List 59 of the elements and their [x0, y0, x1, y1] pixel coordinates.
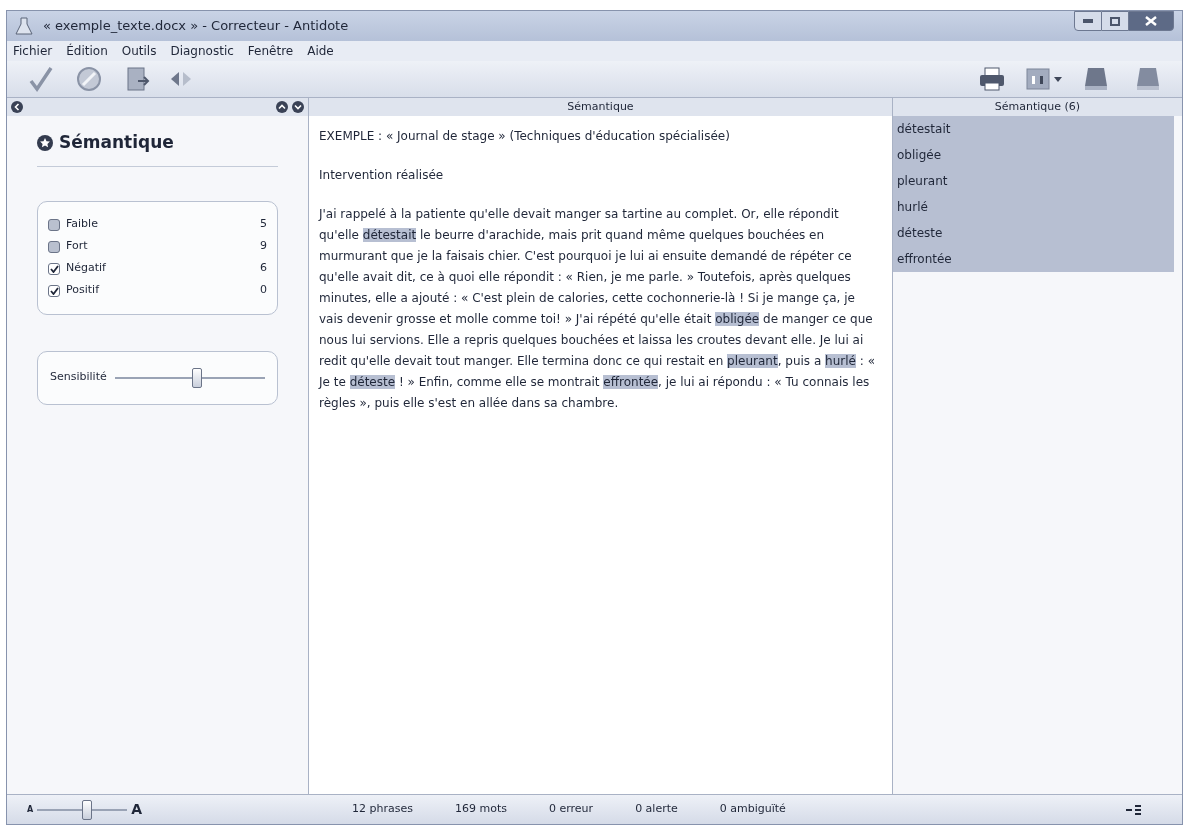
down-icon[interactable]: [292, 101, 304, 113]
list-item[interactable]: hurlé: [893, 194, 1174, 220]
list-item[interactable]: obligée: [893, 142, 1174, 168]
status-stat: 0 alerte: [635, 801, 678, 818]
menu-item[interactable]: Aide: [307, 42, 334, 60]
app-icon: [15, 17, 35, 35]
close-icon: [1145, 16, 1157, 26]
panel-header: Sémantique (6): [893, 98, 1182, 116]
menu-item[interactable]: Fichier: [13, 42, 53, 60]
paragraph: J'ai rappelé à la patiente qu'elle devait manger sa tartine au complet. Or, elle répondit qu'elle détestait le beurre d'arachide, mais prit quand même quelques bouchées en murmurant que je la faisais chier. C'est pourquoi je lui ai ensuite demandé de répéter ce qu'elle avait dit, ce à quoi elle répondit : « Rien, je me parle. » Toutefois, après quelques minutes, elle a ajouté : « C'est plein de calories, cette cochonnerie-là ! Si je mange ça, je vais devenir grosse et molle comme toi! » J'ai répété qu'elle était obligée de manger ce que nous lui servions. Elle a repris quelques bouchées et laissa les croutes devant elle. Je lui ai redit qu'elle devait tout manger. Elle termina donc ce qui restait en pleurant, puis a hurlé : « Je te déteste ! » Enfin, comme elle se montrait effrontée, je lui ai répondu : « Tu connais les règles », puis elle s'est en allée dans sa chambre.: [319, 206, 876, 412]
checkbox[interactable]: [48, 262, 60, 275]
filter-count: 6: [260, 260, 267, 277]
small-font-label: A: [27, 803, 34, 816]
filter-label: Faible: [66, 216, 98, 233]
sensitivity-label: Sensibilité: [50, 369, 107, 386]
maximize-button[interactable]: [1102, 11, 1128, 31]
maximize-icon: [1110, 16, 1120, 26]
filter-label: Fort: [66, 238, 88, 255]
filter-label: Positif: [66, 282, 99, 299]
window-title: « exemple_texte.docx » - Correcteur - Antidote: [43, 17, 349, 36]
filter-label: Négatif: [66, 260, 106, 277]
paragraph: Intervention réalisée: [319, 167, 445, 184]
slider-thumb[interactable]: [192, 367, 203, 388]
checkbox[interactable]: [48, 284, 60, 297]
star-icon: [37, 134, 53, 151]
minimize-icon: [1083, 19, 1093, 23]
checkbox[interactable]: [48, 218, 60, 231]
checkmark-icon: [49, 286, 59, 295]
list-item[interactable]: déteste: [893, 220, 1174, 246]
checkmark-icon: [49, 264, 59, 273]
status-stat: 12 phrases: [352, 801, 413, 818]
caret-icon: [1054, 76, 1062, 82]
paragraph: EXEMPLE : « Journal de stage » (Techniques d'éducation spécialisée): [319, 128, 731, 145]
status-stat: 0 erreur: [549, 801, 594, 818]
split-view-icon: [1026, 68, 1050, 90]
collapse-left-icon[interactable]: [11, 101, 23, 113]
list-icon[interactable]: [1126, 804, 1142, 815]
close-button[interactable]: [1128, 11, 1174, 31]
status-stat: 169 mots: [455, 801, 507, 818]
slider[interactable]: [37, 799, 128, 820]
slider[interactable]: [114, 367, 265, 388]
list-item[interactable]: détestait: [893, 116, 1174, 142]
minimize-button[interactable]: [1074, 11, 1102, 31]
large-font-label: A: [131, 800, 143, 819]
panel-title: Sémantique: [59, 131, 174, 154]
menu-item[interactable]: Édition: [66, 42, 108, 60]
menu-item[interactable]: Outils: [121, 42, 157, 60]
up-icon[interactable]: [276, 101, 288, 113]
menu-item[interactable]: Diagnostic: [170, 42, 234, 60]
filter-count: 5: [260, 216, 267, 233]
status-stat: 0 ambiguïté: [719, 801, 786, 818]
panel-header: Sémantique: [309, 98, 892, 116]
menu-item[interactable]: Fenêtre: [247, 42, 294, 60]
checkbox[interactable]: [48, 240, 60, 253]
list-item[interactable]: pleurant: [893, 168, 1174, 194]
slider-thumb[interactable]: [81, 799, 92, 820]
filter-count: 0: [260, 282, 267, 299]
list-item[interactable]: effrontée: [893, 246, 1174, 272]
filter-count: 9: [260, 238, 267, 255]
